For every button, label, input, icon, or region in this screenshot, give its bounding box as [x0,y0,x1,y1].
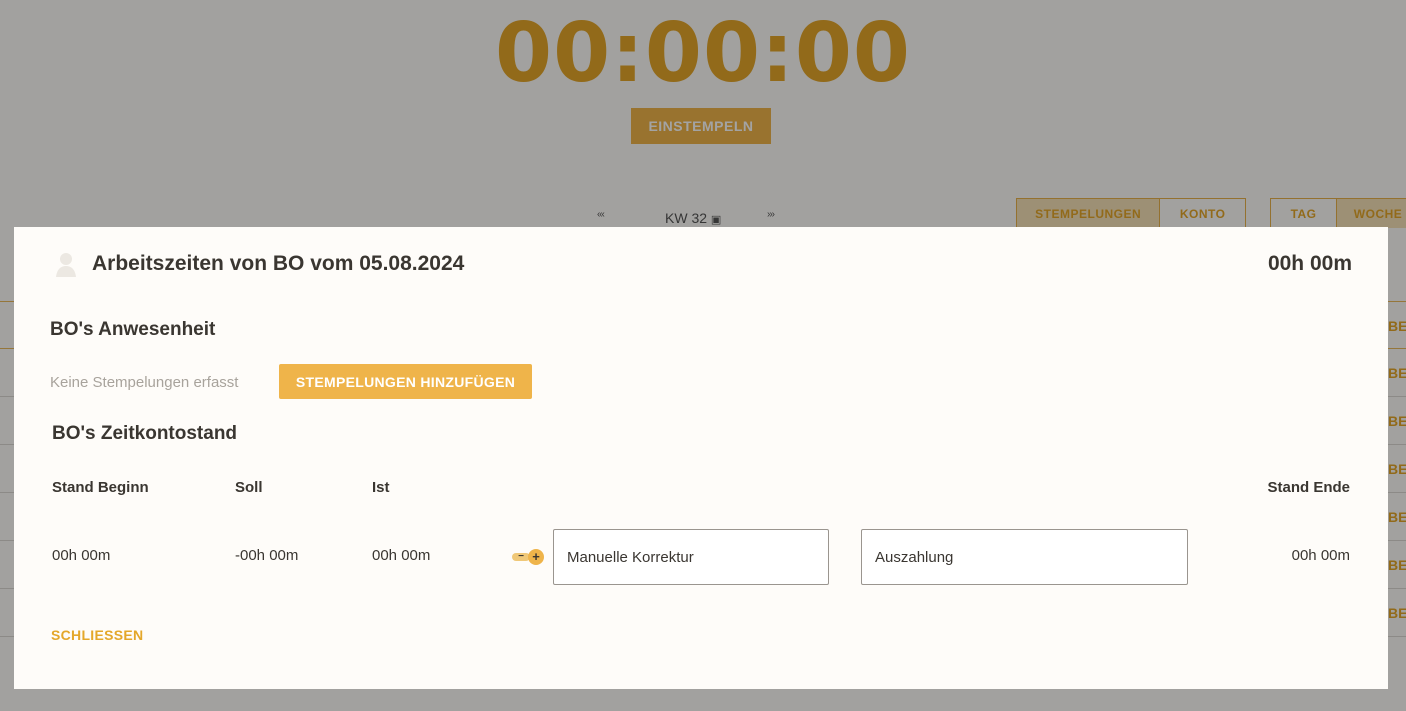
work-times-modal: Arbeitszeiten von BO vom 05.08.2024 00h … [14,227,1388,689]
attendance-heading: BO's Anwesenheit [50,319,216,340]
value-stand-beginn: 00h 00m [52,547,111,564]
account-heading: BO's Zeitkontostand [52,423,238,444]
add-stempelungen-button[interactable]: STEMPELUNGEN HINZUFÜGEN [279,364,532,399]
value-ist: 00h 00m [372,547,431,564]
user-avatar-icon [56,253,76,277]
header-ist: Ist [372,479,390,496]
close-button[interactable]: SCHLIESSEN [51,627,143,643]
manual-correction-input[interactable] [553,529,829,585]
modal-title: Arbeitszeiten von BO vom 05.08.2024 [92,252,465,275]
attendance-empty-note: Keine Stempelungen erfasst [50,374,239,391]
payout-input[interactable] [861,529,1188,585]
header-stand-beginn: Stand Beginn [52,479,149,496]
value-stand-ende: 00h 00m [1291,547,1350,564]
value-soll: -00h 00m [235,547,299,564]
header-soll: Soll [235,479,263,496]
modal-total-time: 00h 00m [1267,252,1352,275]
header-stand-ende: Stand Ende [1267,479,1350,496]
plus-icon[interactable]: + [528,549,544,565]
correction-sign-toggle[interactable]: − + [512,549,546,565]
